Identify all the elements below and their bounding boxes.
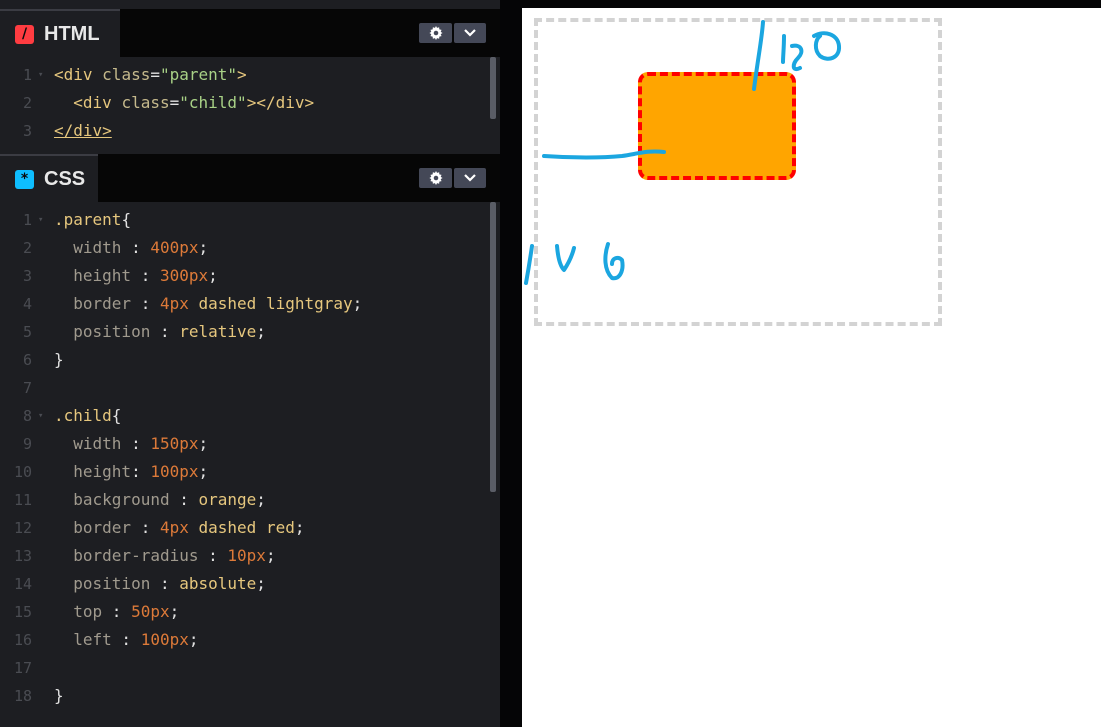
code-line[interactable]: 11 background : orange; — [0, 486, 488, 514]
code-line[interactable]: 5 position : relative; — [0, 318, 488, 346]
fold-arrow-icon[interactable]: ▾ — [38, 402, 43, 430]
code-line[interactable]: 1 ▾ <div class="parent"> — [0, 61, 488, 89]
code-line[interactable]: 4 border : 4px dashed lightgray; — [0, 290, 488, 318]
code-text: width : 150px; — [73, 434, 209, 453]
code-text: position : absolute; — [73, 574, 266, 593]
line-number: 18 — [13, 687, 32, 705]
code-text: top : 50px; — [73, 602, 180, 621]
code-text: background : orange; — [73, 490, 266, 509]
css-tab-label: CSS — [44, 167, 86, 190]
result-preview — [522, 8, 1101, 727]
html-pane-controls — [419, 23, 486, 43]
code-text: height : 300px; — [73, 266, 218, 285]
css-pane-controls — [419, 168, 486, 188]
tab-html[interactable]: / HTML — [0, 9, 120, 57]
handwritten-100 — [524, 242, 625, 285]
html-scrollbar[interactable] — [490, 57, 496, 119]
css-badge-icon: * — [15, 169, 34, 189]
handwritten-annotations — [524, 20, 842, 285]
code-text: height: 100px; — [73, 462, 209, 481]
css-settings-button[interactable] — [419, 168, 452, 188]
code-text: } — [54, 686, 64, 705]
code-line[interactable]: 17 — [0, 654, 488, 682]
gear-icon — [428, 26, 443, 40]
line-number: 3 — [22, 122, 32, 140]
code-text: border-radius : 10px; — [73, 546, 276, 565]
code-text: </div> — [54, 121, 112, 140]
line-number: 12 — [13, 519, 32, 537]
code-line[interactable]: 2 <div class="child"></div> — [0, 89, 488, 117]
tab-css[interactable]: * CSS — [0, 154, 98, 202]
css-scrollbar[interactable] — [490, 202, 496, 492]
code-line[interactable]: 1 ▾ .parent{ — [0, 206, 488, 234]
code-text: .parent{ — [54, 210, 132, 229]
fold-arrow-icon[interactable]: ▾ — [38, 61, 43, 89]
line-number: 16 — [13, 631, 32, 649]
code-text: <div class="parent"> — [54, 65, 247, 84]
code-line[interactable]: 15 top : 50px; — [0, 598, 488, 626]
code-line[interactable]: 13 border-radius : 10px; — [0, 542, 488, 570]
line-number: 14 — [13, 575, 32, 593]
code-line[interactable]: 3 </div> — [0, 117, 488, 145]
code-line[interactable]: 12 border : 4px dashed red; — [0, 514, 488, 542]
html-badge-icon: / — [15, 24, 34, 44]
gear-icon — [428, 171, 443, 185]
code-line[interactable]: 9 width : 150px; — [0, 430, 488, 458]
line-number: 10 — [13, 463, 32, 481]
code-text: border : 4px dashed lightgray; — [73, 294, 363, 313]
chevron-down-icon — [464, 174, 476, 182]
handwritten-150 — [781, 31, 842, 71]
left-offset-line — [542, 149, 666, 160]
line-number: 4 — [22, 295, 32, 313]
html-settings-button[interactable] — [419, 23, 452, 43]
top-offset-line — [752, 20, 765, 91]
html-code-editor[interactable]: 1 ▾ <div class="parent"> 2 <div class="chil… — [0, 57, 500, 151]
line-number: 11 — [13, 491, 32, 509]
line-number: 13 — [13, 547, 32, 565]
chevron-down-icon — [464, 29, 476, 37]
line-number: 6 — [22, 351, 32, 369]
code-text: position : relative; — [73, 322, 266, 341]
code-line[interactable]: 14 position : absolute; — [0, 570, 488, 598]
code-line[interactable]: 3 height : 300px; — [0, 262, 488, 290]
code-text: left : 100px; — [73, 630, 199, 649]
line-number: 5 — [22, 323, 32, 341]
css-collapse-button[interactable] — [454, 168, 486, 188]
line-number: 8 — [22, 407, 32, 425]
line-number: 1 — [22, 211, 32, 229]
code-line[interactable]: 2 width : 400px; — [0, 234, 488, 262]
line-number: 1 — [22, 66, 32, 84]
pane-resize-divider[interactable] — [500, 0, 522, 727]
line-number: 7 — [22, 379, 32, 397]
code-text: border : 4px dashed red; — [73, 518, 305, 537]
code-line[interactable]: 6} — [0, 346, 488, 374]
line-number: 2 — [22, 239, 32, 257]
line-number: 9 — [22, 435, 32, 453]
fold-arrow-icon[interactable]: ▾ — [38, 206, 43, 234]
line-number: 3 — [22, 267, 32, 285]
html-collapse-button[interactable] — [454, 23, 486, 43]
css-code-editor[interactable]: 1 ▾ .parent{2 width : 400px; 3 height : 300… — [0, 202, 500, 727]
line-number: 2 — [22, 94, 32, 112]
code-text: <div class="child"></div> — [73, 93, 315, 112]
code-line[interactable]: 10 height: 100px; — [0, 458, 488, 486]
css-pane-header: * CSS — [0, 154, 500, 202]
code-line[interactable]: 16 left : 100px; — [0, 626, 488, 654]
line-number: 17 — [13, 659, 32, 677]
editor-column: / HTML 1 ▾ <div class="parent"> 2 <div clas… — [0, 0, 500, 727]
code-text: .child{ — [54, 406, 122, 425]
html-pane-header: / HTML — [0, 9, 500, 57]
code-text: } — [54, 350, 64, 369]
code-line[interactable]: 8 ▾ .child{ — [0, 402, 488, 430]
code-line[interactable]: 7 — [0, 374, 488, 402]
line-number: 15 — [13, 603, 32, 621]
html-tab-label: HTML — [44, 22, 100, 45]
code-line[interactable]: 18} — [0, 682, 488, 710]
code-text: width : 400px; — [73, 238, 209, 257]
